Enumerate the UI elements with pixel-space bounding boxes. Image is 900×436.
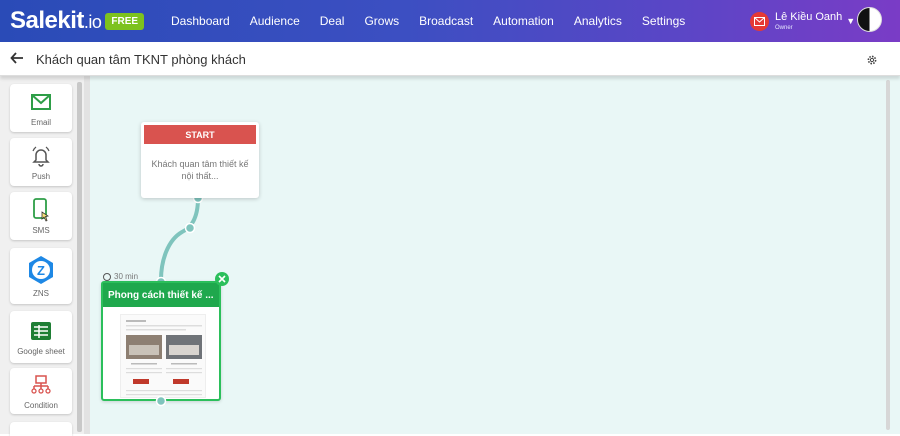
start-label: START bbox=[144, 125, 256, 144]
main-nav: Dashboard Audience Deal Grows Broadcast … bbox=[171, 0, 705, 42]
email-preview bbox=[120, 314, 206, 398]
start-node[interactable]: START Khách quan tâm thiết kế nội thất..… bbox=[141, 122, 259, 198]
nav-settings[interactable]: Settings bbox=[642, 14, 685, 28]
tool-condition[interactable]: Condition bbox=[10, 368, 72, 414]
tool-push[interactable]: Push bbox=[10, 138, 72, 186]
email-node-title: Phong cách thiết kế ... bbox=[103, 283, 219, 307]
svg-text:Z: Z bbox=[37, 263, 45, 278]
page-title: Khách quan tâm TKNT phòng khách bbox=[36, 52, 246, 67]
tool-label: Push bbox=[31, 171, 51, 181]
brand-logo[interactable]: Salekit.io FREE bbox=[10, 5, 145, 37]
clock-icon bbox=[103, 272, 111, 281]
mail-icon bbox=[750, 11, 769, 31]
nav-audience[interactable]: Audience bbox=[250, 14, 300, 28]
nav-dashboard[interactable]: Dashboard bbox=[171, 14, 230, 28]
close-icon[interactable] bbox=[215, 272, 229, 286]
tool-email[interactable]: Email bbox=[10, 84, 72, 132]
user-role: Owner bbox=[775, 24, 793, 31]
flow-connector bbox=[155, 192, 204, 288]
user-info: Lê Kiều Oanh Owner bbox=[775, 10, 843, 31]
delay-value: 30 min bbox=[114, 272, 139, 281]
connector-handle[interactable] bbox=[155, 395, 167, 407]
user-menu[interactable]: Lê Kiều Oanh Owner ▼ bbox=[750, 7, 855, 35]
phone-icon bbox=[29, 197, 53, 222]
canvas-scrollbar[interactable] bbox=[886, 80, 890, 430]
tool-label: SMS bbox=[32, 225, 50, 235]
avatar[interactable] bbox=[857, 7, 882, 32]
nav-deal[interactable]: Deal bbox=[320, 14, 345, 28]
chevron-down-icon[interactable]: ▼ bbox=[846, 16, 855, 26]
tool-label: ZNS bbox=[33, 288, 49, 298]
condition-icon bbox=[29, 373, 53, 397]
back-arrow-icon[interactable] bbox=[10, 51, 26, 67]
free-plan-badge: FREE bbox=[105, 12, 145, 30]
email-node[interactable]: Phong cách thiết kế ... bbox=[101, 281, 221, 401]
top-navigation: Salekit.io FREE Dashboard Audience Deal … bbox=[0, 0, 900, 42]
email-icon bbox=[29, 90, 53, 114]
tool-label: Email bbox=[30, 117, 51, 127]
tool-zns[interactable]: Z ZNS bbox=[10, 248, 72, 304]
nav-automation[interactable]: Automation bbox=[493, 14, 554, 28]
tool-sms[interactable]: SMS bbox=[10, 192, 72, 240]
start-description: Khách quan tâm thiết kế nội thất... bbox=[151, 159, 249, 181]
tool-label: Google sheet bbox=[17, 346, 65, 356]
connector-midpoint bbox=[184, 222, 196, 234]
gear-icon[interactable] bbox=[866, 53, 878, 65]
bell-icon bbox=[29, 144, 53, 168]
nav-broadcast[interactable]: Broadcast bbox=[419, 14, 473, 28]
tool-label: Condition bbox=[24, 400, 58, 410]
delay-label[interactable]: 30 min bbox=[103, 272, 138, 281]
tool-google-sheet[interactable]: Google sheet bbox=[10, 311, 72, 363]
user-name: Lê Kiều Oanh bbox=[775, 10, 843, 23]
tool-panel: Email Push SMS Z ZNS Google sheet Condit… bbox=[0, 76, 84, 436]
zns-icon: Z bbox=[26, 255, 56, 285]
page-header: Khách quan tâm TKNT phòng khách bbox=[0, 42, 900, 76]
logo-text: Salekit.io bbox=[10, 7, 102, 34]
nav-analytics[interactable]: Analytics bbox=[574, 14, 622, 28]
sheet-icon bbox=[29, 319, 53, 343]
nav-grows[interactable]: Grows bbox=[364, 14, 399, 28]
